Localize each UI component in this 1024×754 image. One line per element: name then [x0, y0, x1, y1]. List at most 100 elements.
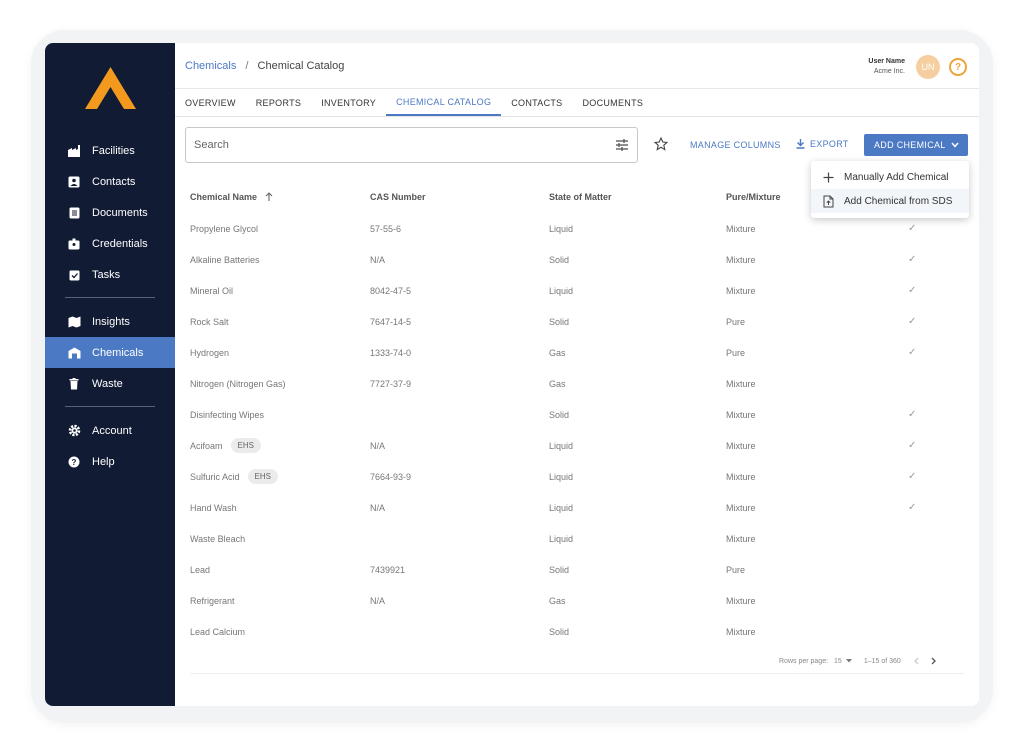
menu-item-add-from-sds[interactable]: Add Chemical from SDS — [811, 189, 969, 213]
clipboard-check-icon — [67, 268, 81, 282]
tab-reports[interactable]: REPORTS — [246, 89, 311, 116]
cell-chemical-name: Rock Salt — [190, 317, 229, 327]
star-icon[interactable] — [654, 137, 668, 151]
add-chemical-button[interactable]: ADD CHEMICAL — [864, 134, 968, 156]
sidebar-item-label: Insights — [92, 315, 130, 328]
table-row[interactable]: Mineral Oil 8042-47-5 Liquid Mixture ✓ — [190, 275, 969, 306]
sidebar-item-facilities[interactable]: Facilities — [45, 135, 175, 166]
table-row[interactable]: Sulfuric Acid EHS 7664-93-9 Liquid Mixture ✓ — [190, 461, 969, 492]
pagination: Rows per page: 15 1–15 of 360 — [779, 657, 937, 665]
table-row[interactable]: Refrigerant N/A Gas Mixture — [190, 585, 969, 616]
factory-icon — [67, 144, 81, 158]
cell-chemical-name: Sulfuric Acid EHS — [190, 469, 278, 484]
table-row[interactable]: Lead 7439921 Solid Pure — [190, 554, 969, 585]
sidebar-item-account[interactable]: Account — [45, 415, 175, 446]
chemical-name: Alkaline Batteries — [190, 254, 260, 265]
export-label: EXPORT — [810, 139, 849, 149]
tab-overview[interactable]: OVERVIEW — [175, 89, 246, 116]
check-icon: ✓ — [908, 316, 917, 327]
table-row[interactable]: Disinfecting Wipes Solid Mixture ✓ — [190, 399, 969, 430]
document-icon — [67, 206, 81, 220]
chemical-name: Sulfuric Acid — [190, 471, 240, 482]
menu-item-label: Manually Add Chemical — [844, 171, 949, 183]
chevron-left-icon[interactable] — [913, 657, 919, 665]
sidebar-item-contacts[interactable]: Contacts — [45, 166, 175, 197]
check-icon: ✓ — [908, 471, 917, 482]
caret-down-icon[interactable] — [845, 659, 852, 663]
sidebar-item-label: Tasks — [92, 268, 121, 281]
table-row[interactable]: Alkaline Batteries N/A Solid Mixture ✓ — [190, 244, 969, 275]
main-content: Chemicals / Chemical Catalog User Name A… — [175, 43, 979, 706]
table-row[interactable]: Rock Salt 7647-14-5 Solid Pure ✓ — [190, 306, 969, 337]
sidebar-item-label: Documents — [92, 206, 148, 219]
sidebar-item-waste[interactable]: Waste — [45, 368, 175, 399]
header-cas-number[interactable]: CAS Number — [370, 192, 426, 202]
chemical-name: Disinfecting Wipes — [190, 409, 265, 420]
sidebar-item-documents[interactable]: Documents — [45, 197, 175, 228]
sidebar-item-credentials[interactable]: Credentials — [45, 228, 175, 259]
header-label: Chemical Name — [190, 192, 258, 202]
chemical-name: Waste Bleach — [190, 533, 246, 544]
chemical-name: Hydrogen — [190, 347, 230, 358]
cell-pure-mixture: Pure — [726, 316, 746, 327]
table-row[interactable]: Acifoam EHS N/A Liquid Mixture ✓ — [190, 430, 969, 461]
sidebar-item-insights[interactable]: Insights — [45, 306, 175, 337]
cell-chemical-name: Propylene Glycol — [190, 224, 258, 234]
cell-state-of-matter: Liquid — [549, 223, 574, 234]
rows-per-page-select[interactable]: 15 — [834, 658, 842, 665]
table-row[interactable]: Hand Wash N/A Liquid Mixture ✓ — [190, 492, 969, 523]
sidebar-item-label: Account — [92, 424, 132, 437]
tab-contacts[interactable]: CONTACTS — [501, 89, 572, 116]
sidebar-item-tasks[interactable]: Tasks — [45, 259, 175, 290]
cell-pure-mixture: Mixture — [726, 595, 756, 606]
sidebar-item-help[interactable]: ? Help — [45, 446, 175, 477]
table-row[interactable]: Hydrogen 1333-74-0 Gas Pure ✓ — [190, 337, 969, 368]
cell-cas-number: 7647-14-5 — [370, 316, 412, 327]
cell-cas-number: 8042-47-5 — [370, 285, 412, 296]
cell-pure-mixture: Mixture — [726, 223, 756, 234]
header-state-of-matter[interactable]: State of Matter — [549, 192, 612, 202]
cell-chemical-name: Hydrogen — [190, 348, 229, 358]
check-icon: ✓ — [908, 223, 917, 234]
rows-per-page-label: Rows per page: — [779, 657, 829, 665]
chevron-down-icon — [951, 142, 959, 148]
file-upload-icon — [823, 195, 834, 207]
add-chemical-menu: Manually Add Chemical Add Chemical from … — [811, 161, 969, 218]
cell-chemical-name: Refrigerant — [190, 596, 235, 606]
cell-state-of-matter: Gas — [549, 378, 566, 389]
header-chemical-name[interactable]: Chemical Name — [190, 192, 273, 202]
tab-chemical-catalog[interactable]: CHEMICAL CATALOG — [386, 89, 502, 116]
menu-item-manually-add[interactable]: Manually Add Chemical — [811, 165, 969, 189]
sort-arrow-up-icon[interactable] — [265, 192, 273, 202]
export-button[interactable]: EXPORT — [796, 139, 849, 149]
chevron-right-icon[interactable] — [931, 657, 937, 665]
help-icon[interactable]: ? — [949, 58, 967, 76]
cell-state-of-matter: Liquid — [549, 285, 574, 296]
user-info[interactable]: User Name Acme Inc. — [868, 57, 905, 77]
manage-columns-button[interactable]: MANAGE COLUMNS — [690, 140, 781, 150]
filter-sliders-icon[interactable] — [615, 138, 629, 152]
cell-pure-mixture: Mixture — [726, 285, 756, 296]
top-bar: Chemicals / Chemical Catalog User Name A… — [175, 43, 979, 89]
avatar[interactable]: UN — [916, 55, 940, 79]
table-row[interactable]: Nitrogen (Nitrogen Gas) 7727-37-9 Gas Mixtu… — [190, 368, 969, 399]
tab-inventory[interactable]: INVENTORY — [311, 89, 386, 116]
cell-state-of-matter: Solid — [549, 409, 570, 420]
gear-icon — [67, 424, 81, 438]
cell-cas-number: N/A — [370, 502, 386, 513]
sidebar: Facilities Contacts Documents Credentials Ta… — [45, 43, 175, 706]
breadcrumb-chemicals-link[interactable]: Chemicals — [185, 60, 236, 72]
search-input[interactable]: Search — [185, 127, 638, 163]
chemical-name: Lead — [190, 564, 211, 575]
tab-documents[interactable]: DOCUMENTS — [572, 89, 653, 116]
cell-state-of-matter: Liquid — [549, 502, 574, 513]
chemical-name: Mineral Oil — [190, 285, 234, 296]
sidebar-item-chemicals[interactable]: Chemicals — [45, 337, 175, 368]
cell-state-of-matter: Gas — [549, 595, 566, 606]
cell-chemical-name: Disinfecting Wipes — [190, 410, 264, 420]
table-row[interactable]: Lead Calcium Solid Mixture — [190, 616, 969, 647]
table-row[interactable]: Waste Bleach Liquid Mixture — [190, 523, 969, 554]
chemical-name: Refrigerant — [190, 595, 235, 606]
chevron-logo-icon[interactable] — [83, 65, 138, 113]
header-pure-mixture[interactable]: Pure/Mixture — [726, 192, 781, 202]
